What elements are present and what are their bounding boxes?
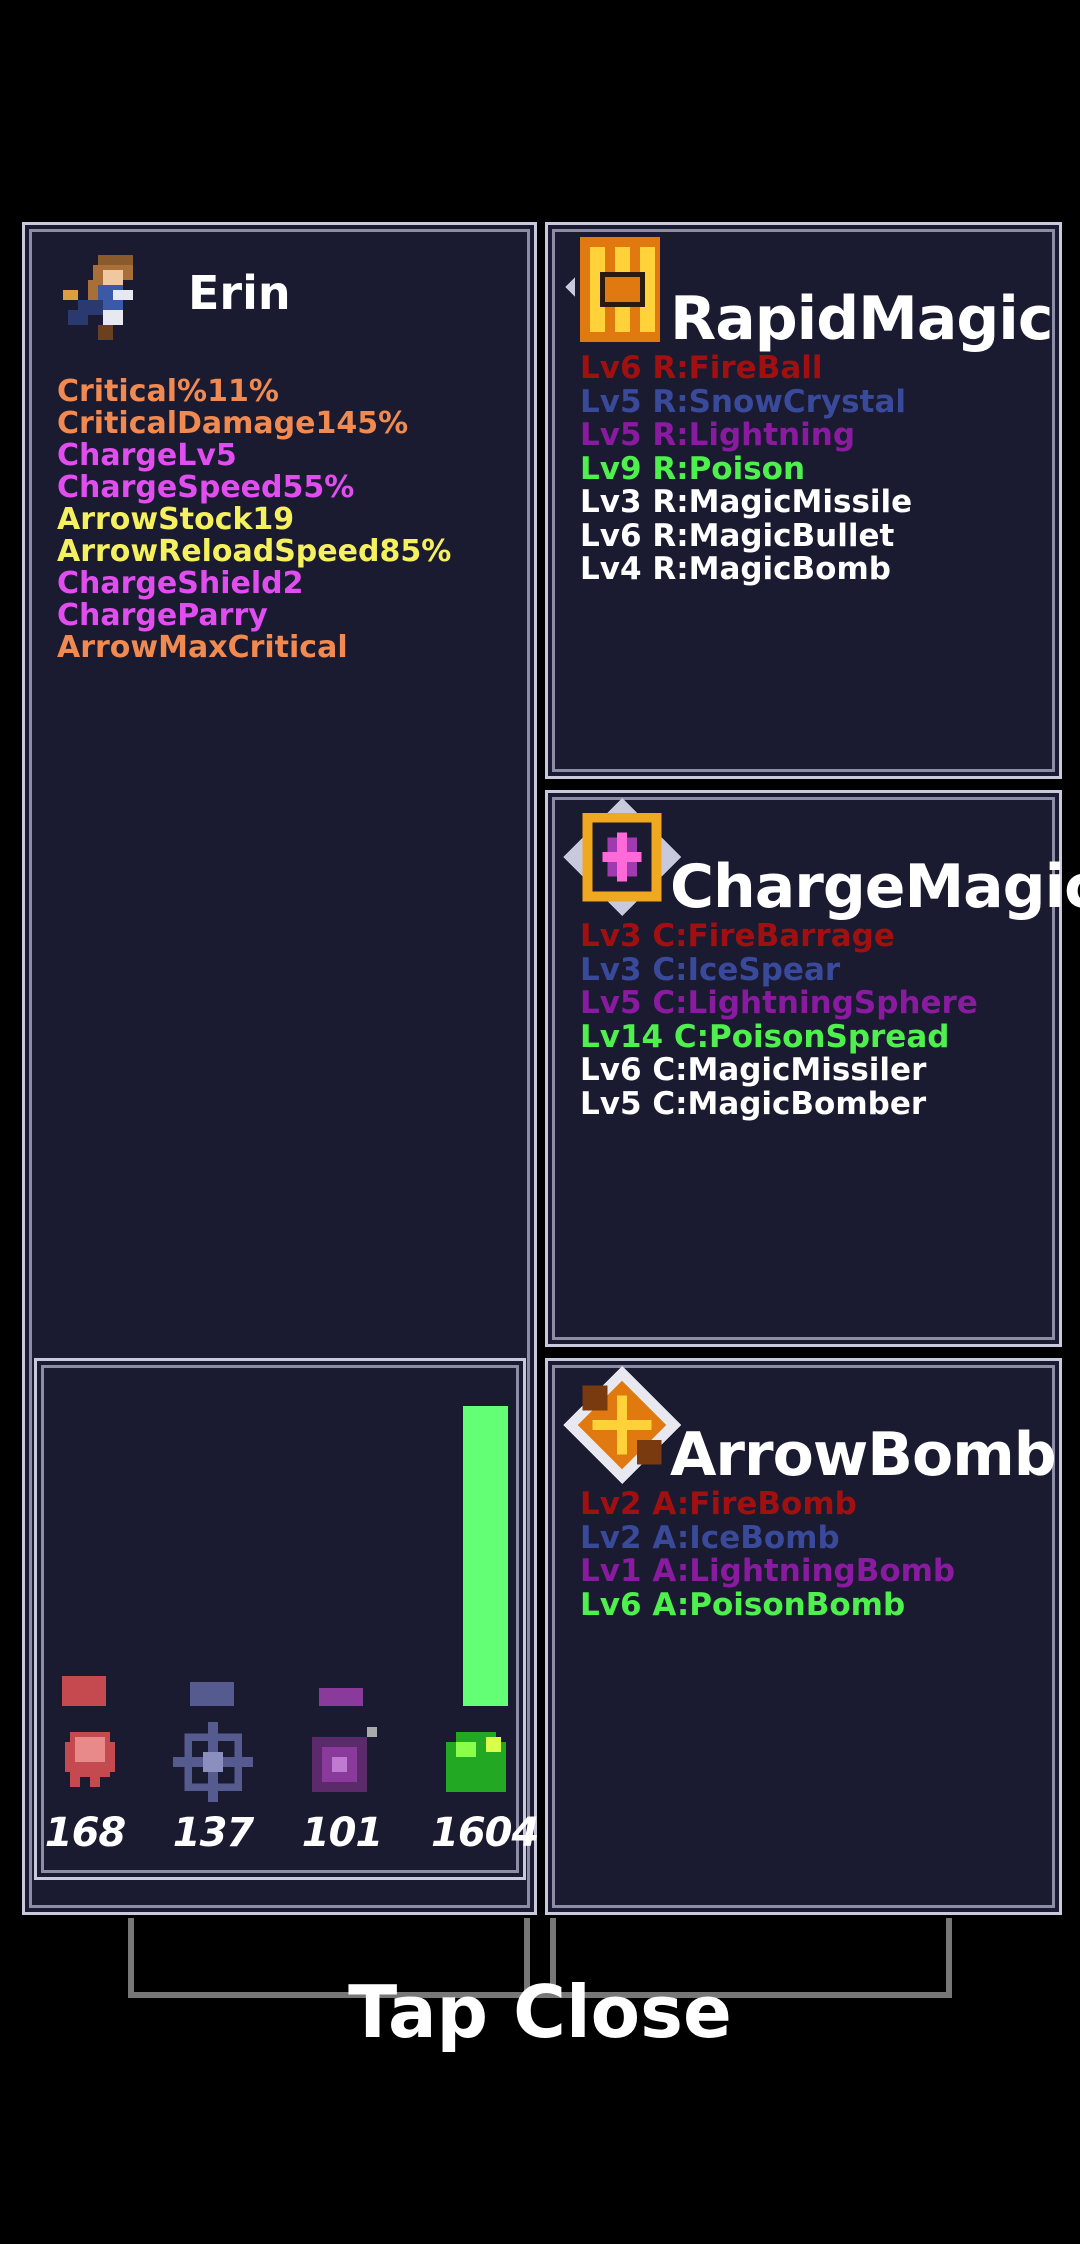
skill-level-line: Lv6 A:PoisonBomb <box>580 1586 906 1623</box>
stat-line: ChargeShield2 <box>57 566 304 601</box>
stat-line: CriticalDamage145% <box>57 406 409 441</box>
tap-close-button[interactable]: Tap Close <box>0 1970 1080 2054</box>
skill-level-line: Lv6 C:MagicMissiler <box>580 1052 927 1088</box>
poison-blob-icon <box>436 1722 516 1806</box>
stat-line: ChargeParry <box>57 598 268 633</box>
skill-title: RapidMagic <box>670 284 1053 354</box>
arrow-bomb-icon <box>563 1366 681 1484</box>
stat-line: ArrowMaxCritical <box>57 630 348 665</box>
skill-level-line: Lv5 C:MagicBomber <box>580 1085 927 1122</box>
stat-line: ArrowStock19 <box>57 502 295 537</box>
resource-count: 137 <box>172 1810 255 1856</box>
skill-level-line: Lv2 A:IceBomb <box>580 1519 840 1556</box>
character-avatar-icon <box>58 250 148 345</box>
character-name: Erin <box>188 266 291 320</box>
skill-level-line: Lv3 C:IceSpear <box>580 951 841 988</box>
skill-level-line: Lv9 R:Poison <box>580 450 806 487</box>
resource-level-bar <box>319 1688 363 1706</box>
skill-level-line: Lv1 A:LightningBomb <box>580 1553 956 1589</box>
skill-level-line: Lv5 R:SnowCrystal <box>580 383 906 420</box>
stat-line: ChargeLv5 <box>57 438 237 473</box>
fire-ghost-icon <box>55 1722 125 1796</box>
stat-line: ArrowReloadSpeed85% <box>57 534 452 569</box>
charge-magic-icon <box>563 798 681 916</box>
resource-level-bar <box>190 1682 234 1706</box>
skill-level-line: Lv6 R:MagicBullet <box>580 517 895 554</box>
stat-line: ChargeSpeed55% <box>57 470 355 505</box>
rapid-magic-icon <box>565 232 675 347</box>
skill-title: ArrowBomb <box>670 1420 1057 1490</box>
resource-level-bar <box>463 1406 508 1706</box>
resource-level-bar <box>62 1676 106 1706</box>
skill-level-line: Lv3 C:FireBarrage <box>580 918 895 954</box>
skill-level-line: Lv4 R:MagicBomb <box>580 551 891 587</box>
ice-web-icon <box>173 1722 253 1806</box>
stat-line: Critical%11% <box>57 374 279 409</box>
skill-level-line: Lv14 C:PoisonSpread <box>580 1018 950 1055</box>
skill-level-line: Lv3 R:MagicMissile <box>580 484 913 520</box>
skill-level-line: Lv5 C:LightningSphere <box>580 985 978 1021</box>
skill-level-line: Lv5 R:Lightning <box>580 417 856 453</box>
skill-title: ChargeMagic <box>670 852 1080 922</box>
resource-count: 1604 <box>431 1810 539 1856</box>
skill-level-line: Lv6 R:FireBall <box>580 350 823 386</box>
resource-count: 101 <box>301 1810 384 1856</box>
resource-count: 168 <box>44 1810 127 1856</box>
skill-level-line: Lv2 A:FireBomb <box>580 1486 857 1522</box>
lightning-orb-icon <box>302 1722 382 1806</box>
